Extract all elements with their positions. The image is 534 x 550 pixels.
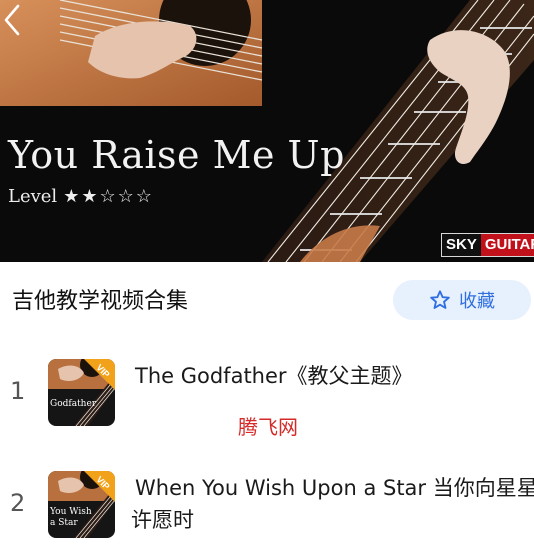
watermark-text: 腾飞网 — [238, 415, 298, 439]
difficulty-level: Level ★★☆☆☆ — [8, 186, 154, 207]
star-outline-icon — [430, 290, 450, 309]
item-index: 2 — [10, 489, 26, 517]
vip-badge: VIP — [84, 359, 115, 390]
guitar-cover-illustration — [0, 0, 534, 262]
collection-title: 吉他教学视频合集 — [12, 289, 189, 314]
favorite-label: 收藏 — [459, 291, 495, 312]
item-index: 1 — [10, 377, 26, 405]
video-cover[interactable]: You Raise Me Up Level★★☆☆☆ SKY GUITAR — [0, 0, 534, 262]
video-title-overlay: You Raise Me Up — [8, 133, 345, 177]
channel-logo: SKY GUITAR — [441, 233, 534, 257]
brand-part-1: SKY — [442, 234, 481, 256]
item-title[interactable]: The Godfather《教父主题》 — [135, 360, 413, 392]
level-label: Level — [8, 186, 58, 207]
back-arrow-icon[interactable] — [0, 0, 24, 36]
rating-stars: ★★☆☆☆ — [63, 186, 154, 207]
brand-part-2: GUITAR — [480, 234, 534, 256]
favorite-button[interactable]: 收藏 — [393, 280, 531, 320]
thumbnail-caption: Godfather — [50, 399, 97, 409]
thumbnail-caption: You Wish — [50, 507, 92, 517]
video-thumbnail[interactable]: VIP Godfather — [48, 359, 115, 426]
item-title[interactable]: When You Wish Upon a Star 当你向星星 — [135, 472, 534, 504]
video-thumbnail[interactable]: VIP You Wish a Star — [48, 471, 115, 538]
list-item[interactable]: 2 VIP You Wish a Star When You Wish Upon… — [0, 468, 534, 550]
thumbnail-caption: a Star — [50, 518, 78, 528]
item-title-continued[interactable]: 许愿时 — [131, 504, 194, 536]
